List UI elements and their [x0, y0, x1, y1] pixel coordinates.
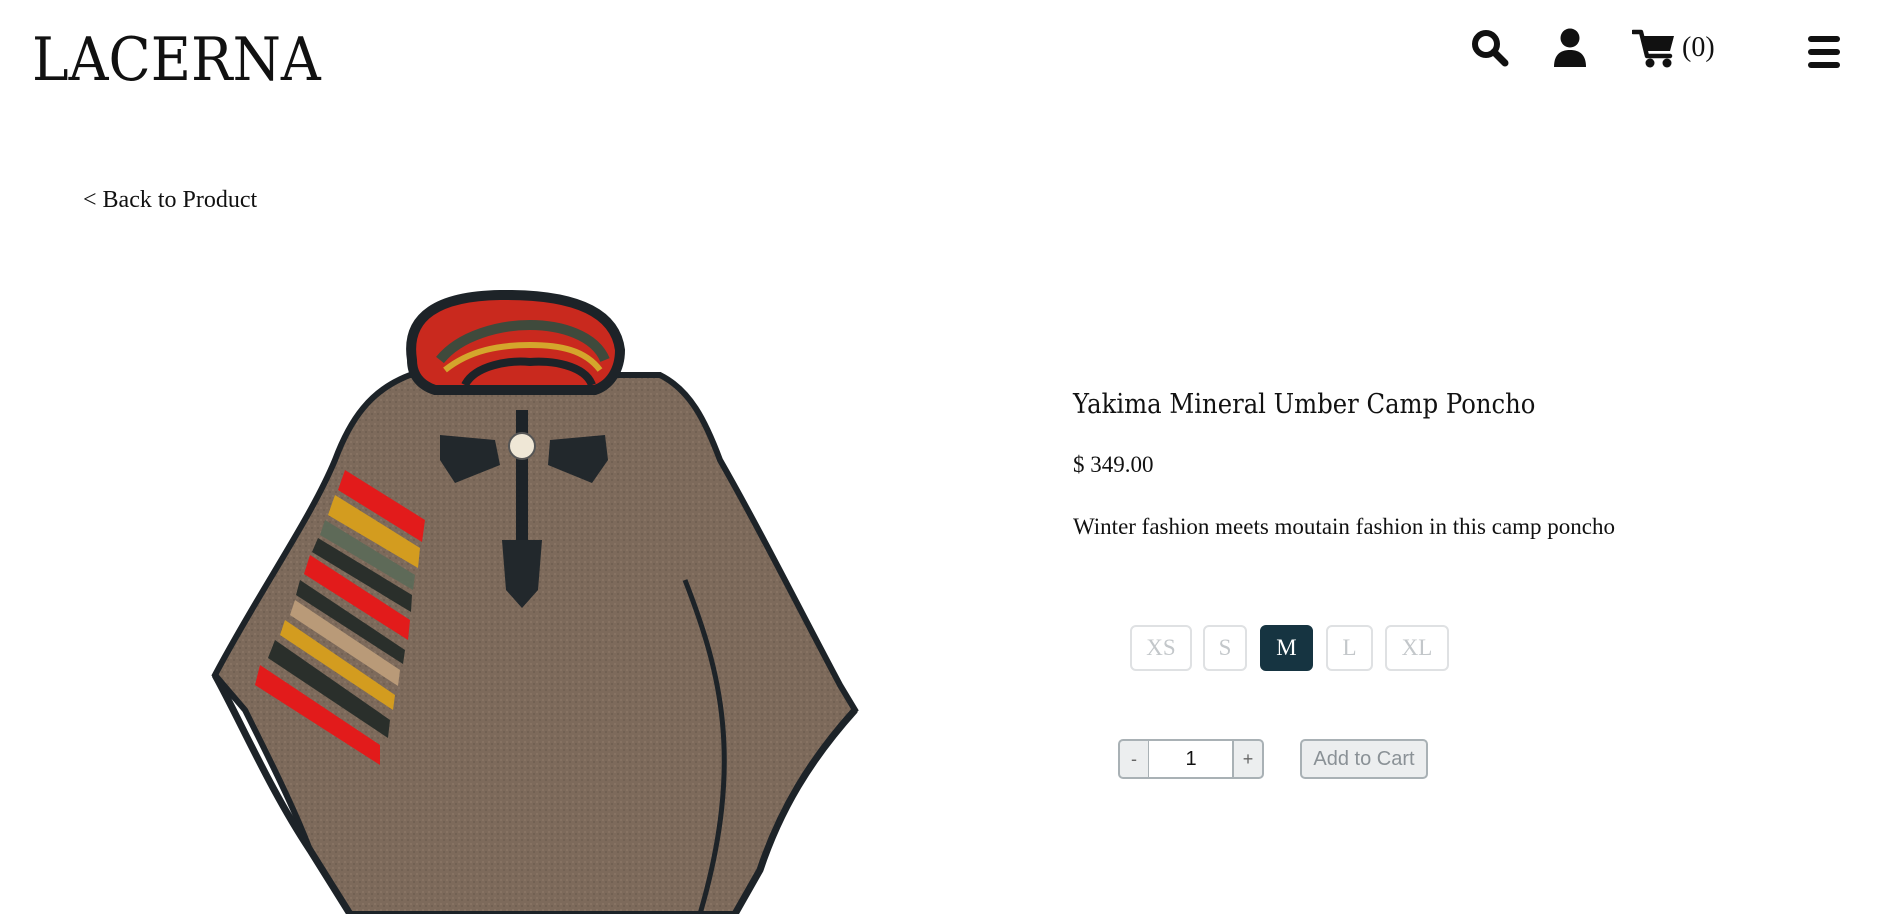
size-option-m[interactable]: M — [1260, 625, 1313, 671]
quantity-input[interactable] — [1149, 739, 1233, 779]
product-price: $ 349.00 — [1073, 452, 1154, 477]
size-option-xs[interactable]: XS — [1130, 625, 1192, 671]
quantity-increase-button[interactable]: + — [1232, 739, 1264, 779]
brand-logo[interactable]: LACERNA — [32, 30, 321, 90]
product-title: Yakima Mineral Umber Camp Poncho — [1073, 389, 1536, 420]
cart-icon[interactable] — [1632, 29, 1676, 69]
product-page: LACERNA (0) < Back to Product Yakima Min… — [0, 0, 1895, 914]
poncho-image — [200, 290, 870, 914]
user-icon[interactable] — [1552, 28, 1588, 68]
product-description: Winter fashion meets moutain fashion in … — [1073, 514, 1616, 539]
back-to-product-link[interactable]: < Back to Product — [83, 187, 257, 214]
size-option-l[interactable]: L — [1326, 625, 1373, 671]
menu-icon[interactable] — [1808, 34, 1840, 70]
quantity-decrease-button[interactable]: - — [1118, 739, 1150, 779]
cart-count[interactable]: (0) — [1682, 32, 1715, 64]
add-to-cart-button[interactable]: Add to Cart — [1300, 739, 1428, 779]
search-icon[interactable] — [1470, 28, 1510, 68]
size-option-xl[interactable]: XL — [1385, 625, 1449, 671]
size-option-s[interactable]: S — [1203, 625, 1247, 671]
